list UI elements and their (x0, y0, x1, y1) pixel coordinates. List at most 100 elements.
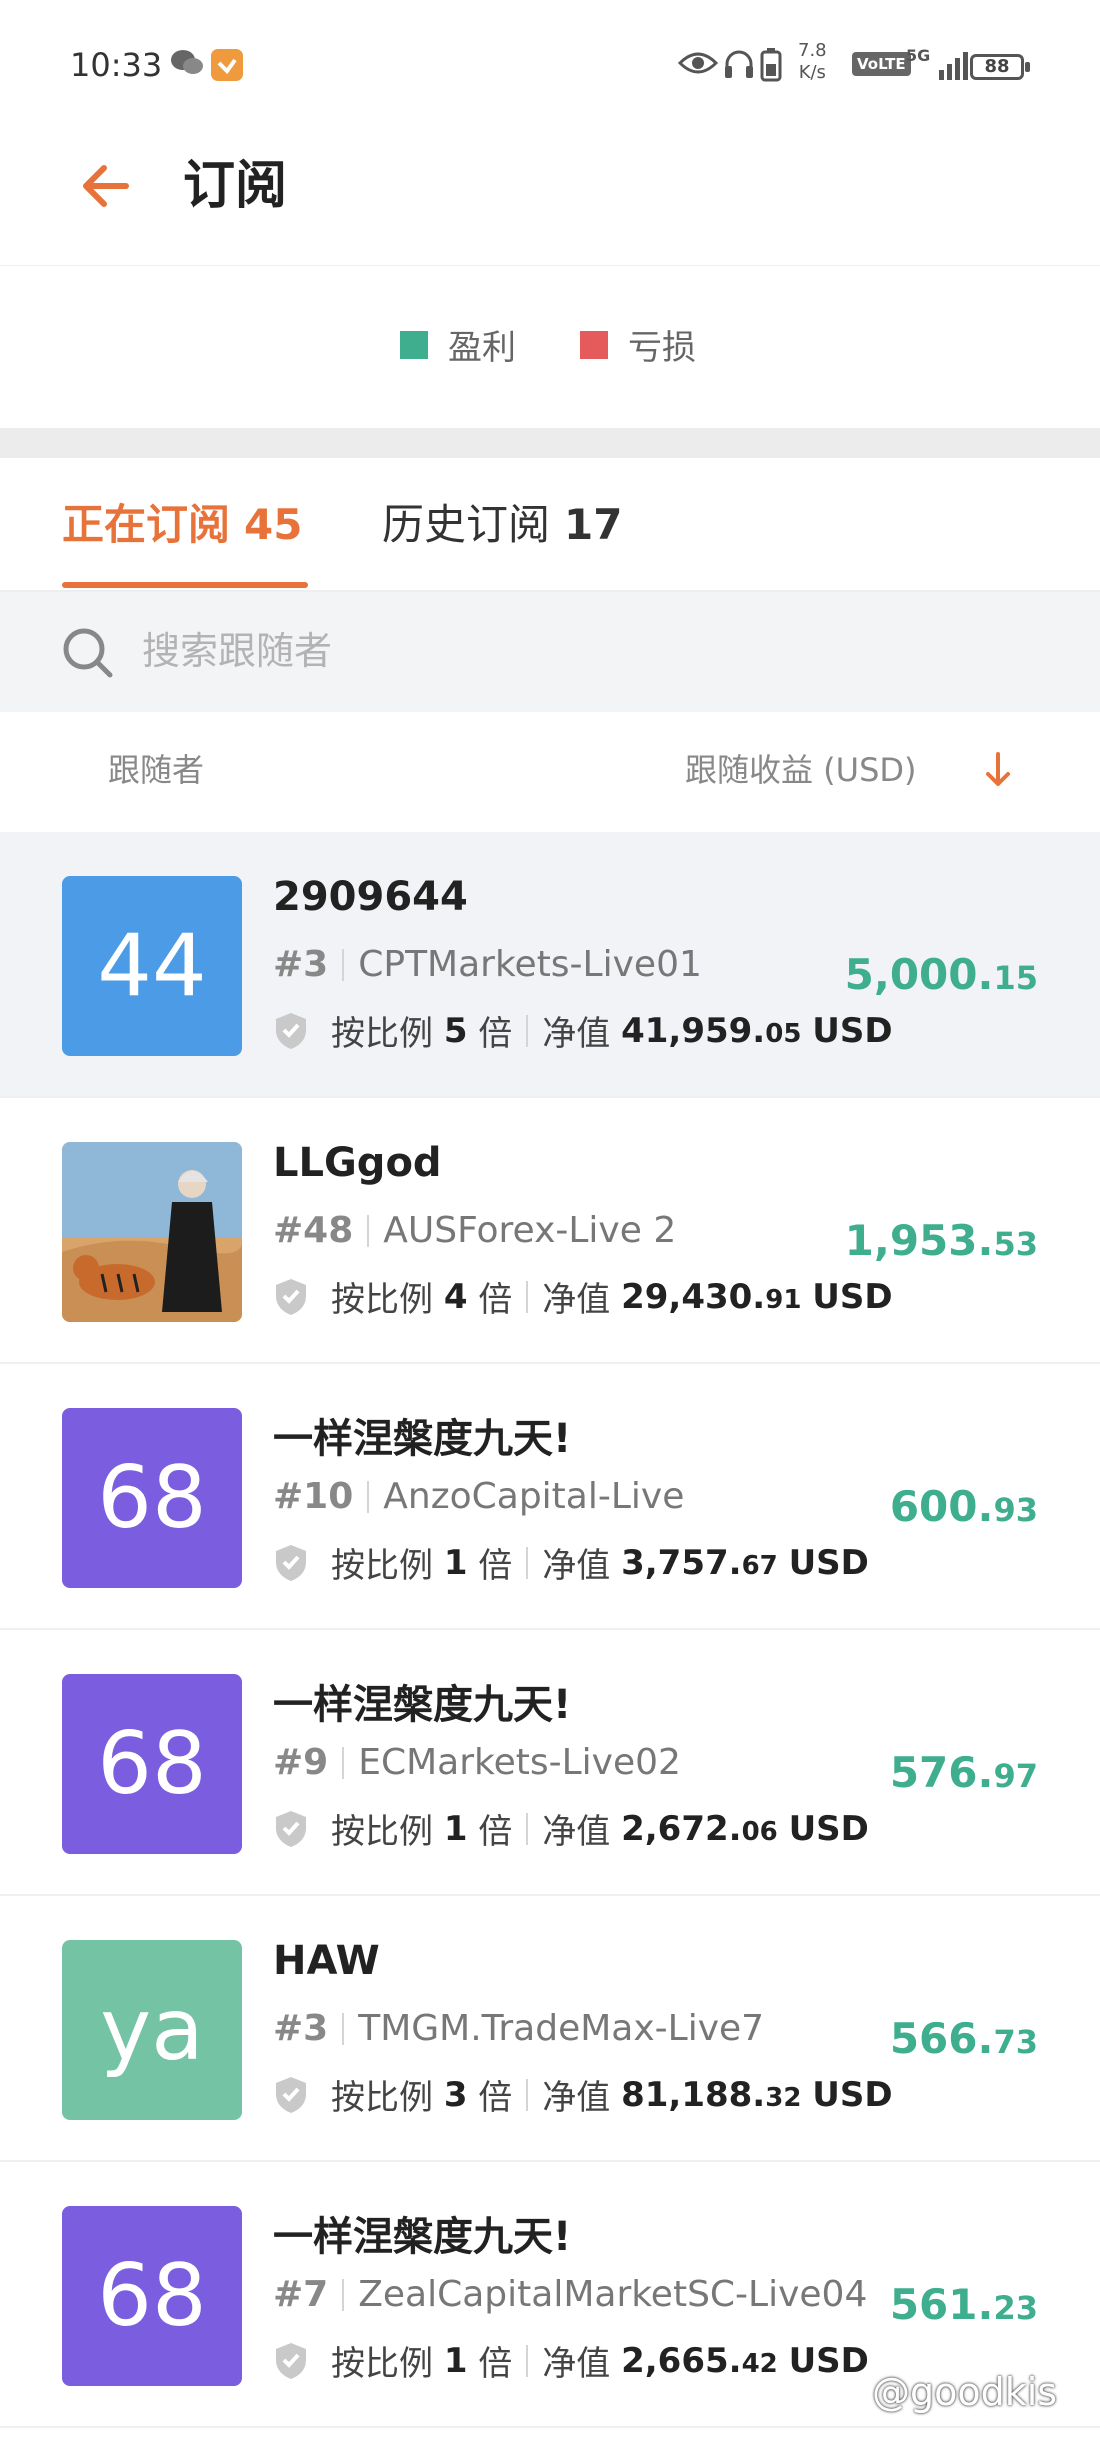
follower-name: 2909644 (273, 874, 468, 920)
wechat-icon (170, 48, 204, 85)
copy-info-line: 按比例 1 倍净值 3,757.67 USD (273, 1538, 869, 1587)
page-title: 订阅 (183, 156, 288, 216)
status-bar: 10:33 7.8 K/s VoLTE 5G 88 (0, 0, 1100, 115)
network-type: 5G (906, 46, 931, 65)
profit-value: 576.97 (889, 1748, 1038, 1797)
separator (342, 948, 345, 981)
shield-check-icon (276, 1278, 306, 1315)
app-header (0, 115, 1100, 267)
account-server: ZealCapitalMarketSC-Live04 (358, 2274, 868, 2315)
copy-info-line: 按比例 4 倍净值 29,430.91 USD (273, 1272, 893, 1321)
copy-info-line: 按比例 5 倍净值 41,959.05 USD (273, 1006, 893, 1055)
account-line: #9 ECMarkets-Live02 (273, 1742, 681, 1783)
legend-profit-swatch (400, 330, 428, 359)
profit-value: 561.23 (889, 2280, 1038, 2329)
separator (526, 1014, 529, 1047)
active-tab-indicator (62, 582, 308, 588)
avatar: 68 (62, 2206, 242, 2386)
equity-value: 41,959.05 (621, 1010, 802, 1051)
avatar: ya (62, 1940, 242, 2120)
separator (342, 1746, 345, 1779)
account-line: #10 AnzoCapital-Live (273, 1476, 684, 1517)
battery-icon: 88 (970, 54, 1030, 80)
avatar: 68 (62, 1408, 242, 1588)
shield-check-icon (276, 1544, 306, 1581)
follower-name: 一样涅槃度九天! (273, 1682, 572, 1728)
account-line: #48 AUSForex-Live 2 (273, 1210, 676, 1251)
column-follower: 跟随者 (108, 751, 205, 789)
avatar-photo-image (62, 1142, 242, 1322)
shield-check-icon (276, 1810, 306, 1847)
legend-loss: 亏损 (580, 320, 696, 369)
follower-row[interactable]: 68 一样涅槃度九天! #10 AnzoCapital-Live 按比例 1 倍净… (0, 1364, 1100, 1630)
separator (367, 1480, 370, 1513)
follower-row[interactable]: 44 2909644 #3 CPTMarkets-Live01 按比例 5 倍净值… (0, 832, 1100, 1098)
account-server: TMGM.TradeMax-Live7 (358, 2008, 765, 2049)
eye-icon (677, 48, 719, 85)
legend-profit: 盈利 (400, 320, 516, 369)
account-server: ECMarkets-Live02 (358, 1742, 681, 1783)
status-time: 10:33 (70, 46, 163, 84)
arrow-left-icon (83, 165, 129, 207)
profit-value: 600.93 (889, 1482, 1038, 1531)
equity-value: 81,188.32 (621, 2074, 802, 2115)
rank: #3 (273, 944, 329, 985)
battery-saver-icon (760, 48, 782, 89)
separator (526, 1280, 529, 1313)
rank: #9 (273, 1742, 329, 1783)
network-speed: 7.8 K/s (798, 40, 827, 83)
search-input[interactable] (140, 620, 944, 682)
account-line: #3 TMGM.TradeMax-Live7 (273, 2008, 764, 2049)
profit-value: 1,953.53 (844, 1216, 1038, 1265)
equity-value: 29,430.91 (621, 1276, 802, 1317)
separator (526, 1812, 529, 1845)
avatar: 68 (62, 1674, 242, 1854)
shield-check-icon (276, 1012, 306, 1049)
separator (367, 1214, 370, 1247)
account-line: #7 ZealCapitalMarketSC-Live04 (273, 2274, 867, 2315)
volte-badge: VoLTE (852, 52, 911, 76)
chart-legend (0, 266, 1100, 428)
headphones-icon (723, 48, 755, 87)
follower-row[interactable]: LLGgod #48 AUSForex-Live 2 按比例 4 倍净值 29,4… (0, 1098, 1100, 1364)
account-server: AnzoCapital-Live (383, 1476, 685, 1517)
app-notification-icon (210, 48, 244, 89)
tab-current-subscriptions[interactable]: 正在订阅 45 (62, 495, 302, 555)
copy-info-line: 按比例 3 倍净值 81,188.32 USD (273, 2070, 893, 2119)
separator (526, 1546, 529, 1579)
follower-name: HAW (273, 1938, 380, 1984)
profit-value: 566.73 (889, 2014, 1038, 2063)
tab-history-subscriptions[interactable]: 历史订阅 17 (382, 495, 622, 555)
rank: #3 (273, 2008, 329, 2049)
shield-check-icon (276, 2342, 306, 2379)
equity-value: 2,672.06 (621, 1808, 778, 1849)
section-divider (0, 428, 1100, 458)
avatar: 44 (62, 876, 242, 1056)
follower-row[interactable]: 68 一样涅槃度九天! #9 ECMarkets-Live02 按比例 1 倍净值… (0, 1630, 1100, 1896)
search-icon (63, 628, 113, 678)
rank: #7 (273, 2274, 329, 2315)
profit-value: 5,000.15 (844, 950, 1038, 999)
account-server: CPTMarkets-Live01 (358, 944, 702, 985)
account-line: #3 CPTMarkets-Live01 (273, 944, 702, 985)
avatar-photo (62, 1142, 242, 1322)
equity-value: 3,757.67 (621, 1542, 778, 1583)
shield-check-icon (276, 2076, 306, 2113)
follower-name: 一样涅槃度九天! (273, 1416, 572, 1462)
rank: #48 (273, 1210, 354, 1251)
copy-info-line: 按比例 1 倍净值 2,665.42 USD (273, 2336, 869, 2385)
back-button[interactable] (70, 150, 150, 230)
follower-name: 一样涅槃度九天! (273, 2214, 572, 2260)
account-server: AUSForex-Live 2 (383, 1210, 677, 1251)
rank: #10 (273, 1476, 354, 1517)
equity-value: 2,665.42 (621, 2340, 778, 2381)
watermark: @goodkis (872, 2370, 1058, 2414)
follower-row[interactable]: ya HAW #3 TMGM.TradeMax-Live7 按比例 3 倍净值 8… (0, 1896, 1100, 2162)
copy-info-line: 按比例 1 倍净值 2,672.06 USD (273, 1804, 869, 1853)
sort-down-icon[interactable] (980, 748, 1016, 792)
separator (342, 2012, 345, 2045)
follower-name: LLGgod (273, 1140, 442, 1186)
legend-loss-swatch (580, 330, 608, 359)
separator (526, 2344, 529, 2377)
column-follow-profit[interactable]: 跟随收益 (USD) (685, 745, 917, 791)
